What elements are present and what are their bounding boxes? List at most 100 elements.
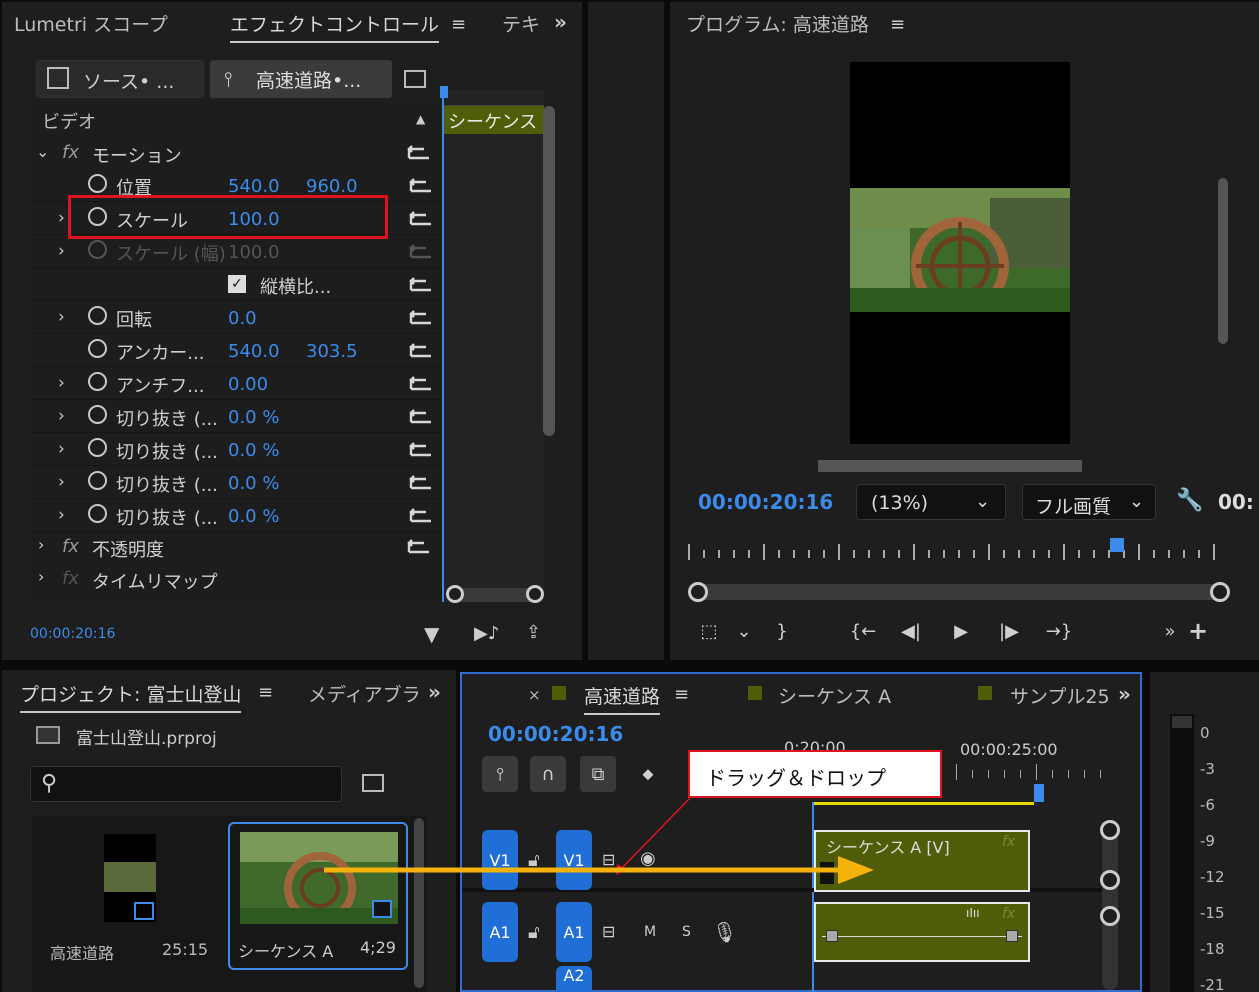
checkbox[interactable]: ✓ xyxy=(228,275,246,293)
property-value[interactable]: 0.0 % xyxy=(228,473,279,494)
reset-icon[interactable] xyxy=(408,506,434,526)
play-icon[interactable]: ▶ xyxy=(946,616,976,646)
filter-icon[interactable]: ▼ xyxy=(424,622,439,646)
work-area-bar[interactable] xyxy=(812,802,1034,805)
property-value[interactable]: 0.0 xyxy=(228,308,257,329)
fx-icon[interactable]: fx xyxy=(62,142,79,163)
source-tab[interactable]: ソース• ... xyxy=(36,60,204,98)
tab-lumetri-scopes[interactable]: Lumetri スコープ xyxy=(14,10,168,37)
overflow-icon[interactable]: » xyxy=(1158,616,1182,646)
step-back-icon[interactable]: ◀| xyxy=(896,616,926,646)
property-row[interactable]: › アンチフ... 0.00 xyxy=(32,368,442,400)
property-value[interactable]: 0.0 % xyxy=(228,407,279,428)
eye-icon[interactable]: ◉ xyxy=(640,848,656,869)
track-target-a2[interactable]: A2 xyxy=(556,966,592,992)
overflow-icon[interactable]: » xyxy=(428,680,441,704)
program-ruler[interactable] xyxy=(688,540,1218,562)
property-row[interactable]: › 回転 0.0 xyxy=(32,302,442,334)
menu-icon[interactable]: ≡ xyxy=(674,684,689,705)
stopwatch-icon[interactable] xyxy=(88,438,107,457)
effect-zoom-bar[interactable] xyxy=(446,585,544,603)
track-height-scroller[interactable] xyxy=(1100,820,1120,990)
nest-toggle-icon[interactable]: ⫯ xyxy=(482,756,518,792)
reset-icon[interactable] xyxy=(408,275,434,295)
program-zoom-bar[interactable] xyxy=(688,582,1230,602)
search-input[interactable]: ⚲ xyxy=(30,766,342,802)
chevron-right-icon[interactable]: › xyxy=(58,241,65,261)
property-value[interactable]: 0.0 % xyxy=(228,506,279,527)
zoom-handle-mid[interactable] xyxy=(1100,870,1120,890)
property-value-2[interactable]: 303.5 xyxy=(306,341,358,362)
reset-icon[interactable] xyxy=(408,407,434,427)
chevron-right-icon[interactable]: › xyxy=(58,439,65,459)
reset-icon[interactable] xyxy=(408,374,434,394)
zoom-handle-left[interactable] xyxy=(446,585,464,603)
list-item[interactable]: 高速道路 25:15 xyxy=(38,820,218,963)
effect-timeline[interactable]: シーケンス xyxy=(442,90,544,602)
chevron-right-icon[interactable]: › xyxy=(58,406,65,426)
go-to-out-icon[interactable]: →} xyxy=(1042,616,1076,646)
stopwatch-icon[interactable] xyxy=(88,339,107,358)
chevron-right-icon[interactable]: › xyxy=(58,208,65,228)
reset-icon[interactable] xyxy=(408,209,434,229)
menu-icon[interactable]: ≡ xyxy=(451,14,466,35)
property-value[interactable]: 540.0 xyxy=(228,176,280,197)
video-clip[interactable]: シーケンス A [V] fx xyxy=(814,830,1030,892)
playhead-icon[interactable] xyxy=(440,86,448,98)
fx-icon[interactable]: fx xyxy=(62,536,79,557)
settings-wrench-icon[interactable]: 🔧 xyxy=(1176,488,1203,513)
property-row[interactable]: › 切り抜き (... 0.0 % xyxy=(32,467,442,499)
zoom-select[interactable]: (13%) ⌄ xyxy=(856,484,1006,520)
go-to-in-icon[interactable]: {← xyxy=(846,616,880,646)
timeline-playhead-icon[interactable] xyxy=(1034,784,1044,802)
sync-lock-icon[interactable]: ⊟ xyxy=(602,922,615,941)
sync-lock-icon[interactable]: ⊟ xyxy=(602,850,615,869)
program-timecode[interactable]: 00:00:20:16 xyxy=(698,490,833,514)
property-row[interactable]: › 切り抜き (... 0.0 % xyxy=(32,401,442,433)
program-title[interactable]: プログラム: 高速道路 xyxy=(686,10,869,37)
stopwatch-icon[interactable] xyxy=(88,174,107,193)
tab-sequence-highway[interactable]: 高速道路 xyxy=(584,682,661,715)
bin-scrollbar[interactable] xyxy=(414,818,424,988)
tab-text[interactable]: テキ xyxy=(502,10,540,37)
timeremap-chevron-icon[interactable]: › xyxy=(38,567,44,586)
chevron-right-icon[interactable]: › xyxy=(58,307,65,327)
step-forward-icon[interactable]: |▶ xyxy=(994,616,1024,646)
solo-button[interactable]: S xyxy=(682,924,691,940)
chevron-right-icon[interactable]: › xyxy=(58,472,65,492)
microphone-icon[interactable]: 🎙︎ xyxy=(712,920,737,944)
overflow-icon[interactable]: » xyxy=(1118,682,1131,706)
audio-clip[interactable]: ıIıı fx xyxy=(814,902,1030,962)
snap-magnet-icon[interactable]: ∩ xyxy=(530,756,566,792)
reset-icon[interactable] xyxy=(408,341,434,361)
reset-icon[interactable] xyxy=(406,537,432,557)
tab-sample[interactable]: サンプル25 xyxy=(1010,682,1108,709)
effect-scrollbar[interactable] xyxy=(543,106,555,436)
fx-icon[interactable]: fx xyxy=(62,568,79,589)
reset-icon[interactable] xyxy=(408,473,434,493)
menu-icon[interactable]: ≡ xyxy=(258,682,273,703)
reset-icon[interactable] xyxy=(408,176,434,196)
tab-sequence-a[interactable]: シーケンス A xyxy=(778,682,891,709)
zoom-handle-left[interactable] xyxy=(688,582,708,602)
chevron-down-icon[interactable]: ⌄ xyxy=(732,616,756,646)
source-patch-a1[interactable]: A1 xyxy=(482,902,518,962)
property-row[interactable]: アンカー... 540.0 303.5 xyxy=(32,335,442,367)
stopwatch-icon[interactable] xyxy=(88,504,107,523)
keyframe-left-icon[interactable] xyxy=(826,930,838,942)
mute-button[interactable]: M xyxy=(644,924,656,940)
zoom-handle-right[interactable] xyxy=(1210,582,1230,602)
export-icon[interactable]: ⇪ xyxy=(526,622,541,643)
add-marker-icon[interactable]: ⬚ xyxy=(692,616,726,646)
track-target-v1[interactable]: V1 xyxy=(556,830,592,890)
property-value[interactable]: 540.0 xyxy=(228,341,280,362)
property-row[interactable]: › スケール (幅) 100.0 xyxy=(32,236,442,268)
property-row[interactable]: › 切り抜き (... 0.0 % xyxy=(32,434,442,466)
sequence-tab[interactable]: ⫯ 高速道路•... xyxy=(210,60,392,98)
program-playhead-icon[interactable] xyxy=(1110,538,1124,552)
reset-icon[interactable] xyxy=(408,308,434,328)
overflow-icon[interactable]: » xyxy=(554,10,567,34)
folder-up-icon[interactable] xyxy=(36,726,60,744)
linked-selection-icon[interactable]: ⧉ xyxy=(580,756,616,792)
quality-select[interactable]: フル画質 ⌄ xyxy=(1022,484,1156,520)
